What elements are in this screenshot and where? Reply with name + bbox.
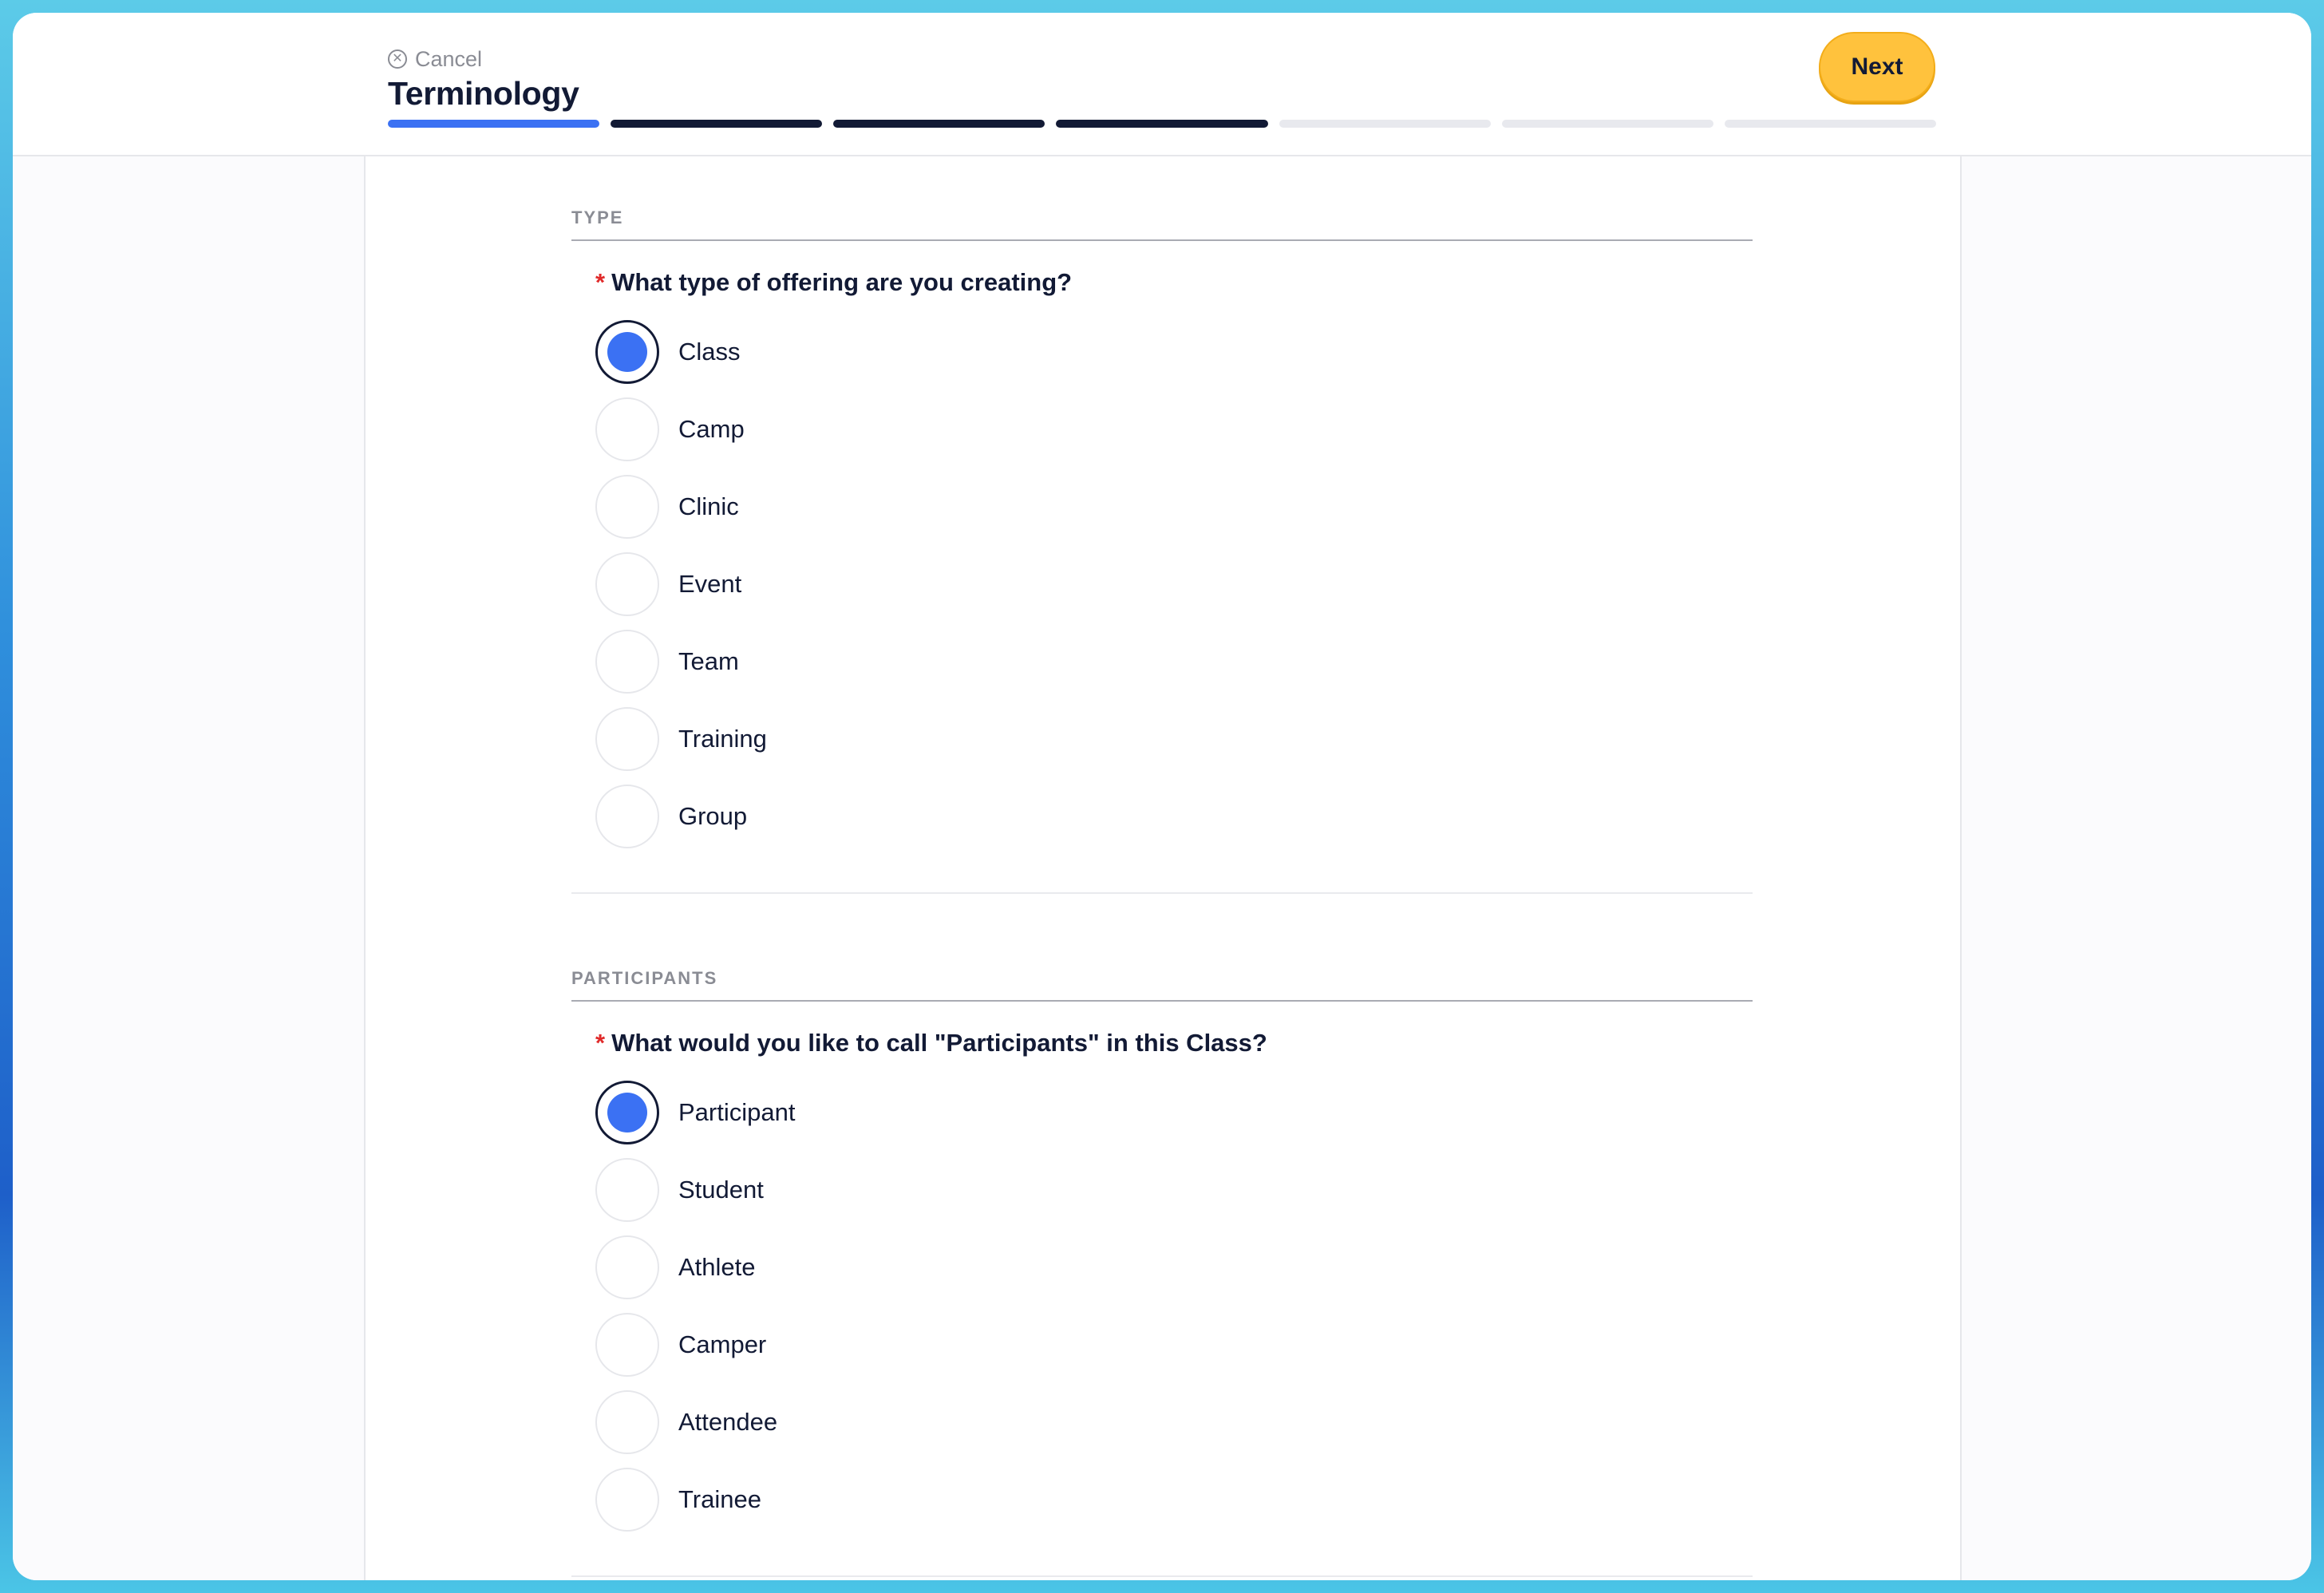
participants-option-trainee[interactable]: Trainee bbox=[595, 1461, 1753, 1538]
radio-button-selected[interactable] bbox=[595, 319, 659, 384]
section-divider bbox=[571, 1575, 1753, 1577]
type-option-camp[interactable]: Camp bbox=[595, 390, 1753, 468]
participants-question: * What would you like to call "Participan… bbox=[595, 1029, 1753, 1057]
progress-step-2 bbox=[611, 120, 823, 128]
option-label: Group bbox=[678, 801, 748, 830]
type-option-event[interactable]: Event bbox=[595, 545, 1753, 623]
option-label: Team bbox=[678, 646, 739, 675]
radio-button[interactable] bbox=[595, 1389, 659, 1454]
next-button[interactable]: Next bbox=[1819, 32, 1935, 102]
type-option-training[interactable]: Training bbox=[595, 700, 1753, 777]
progress-step-6 bbox=[1501, 120, 1713, 128]
participants-option-participant[interactable]: Participant bbox=[595, 1073, 1753, 1151]
section-divider bbox=[571, 892, 1753, 894]
progress-step-3 bbox=[833, 120, 1045, 128]
close-circle-icon: ✕ bbox=[388, 49, 407, 69]
app-window: ✕ Cancel Terminology Next TYPE * What typ… bbox=[13, 13, 2311, 1580]
participants-section: PARTICIPANTS * What would you like to cal… bbox=[571, 968, 1753, 1538]
participants-radio-group: Participant Student Athlete Camper Atten… bbox=[595, 1073, 1753, 1538]
option-label: Clinic bbox=[678, 492, 739, 520]
radio-button[interactable] bbox=[595, 1467, 659, 1532]
cancel-link[interactable]: ✕ Cancel bbox=[388, 45, 482, 73]
required-marker: * bbox=[595, 1029, 606, 1057]
option-label: Camper bbox=[678, 1330, 767, 1358]
option-label: Student bbox=[678, 1175, 764, 1204]
radio-button[interactable] bbox=[595, 629, 659, 694]
radio-button[interactable] bbox=[595, 1312, 659, 1377]
radio-button[interactable] bbox=[595, 1157, 659, 1222]
wizard-header: ✕ Cancel Terminology Next bbox=[13, 13, 2311, 156]
type-question: * What type of offering are you creating? bbox=[595, 268, 1753, 297]
type-radio-group: Class Camp Clinic Event Team Training Gr… bbox=[595, 313, 1753, 855]
participants-section-label: PARTICIPANTS bbox=[571, 968, 1753, 1002]
type-option-clinic[interactable]: Clinic bbox=[595, 468, 1753, 545]
right-gutter bbox=[1960, 156, 2311, 1580]
radio-button-selected[interactable] bbox=[595, 1080, 659, 1144]
participants-option-student[interactable]: Student bbox=[595, 1151, 1753, 1228]
type-option-team[interactable]: Team bbox=[595, 623, 1753, 700]
radio-button[interactable] bbox=[595, 551, 659, 616]
option-label: Camp bbox=[678, 414, 745, 443]
required-marker: * bbox=[595, 268, 606, 296]
progress-step-5 bbox=[1279, 120, 1491, 128]
option-label: Participant bbox=[678, 1097, 796, 1126]
option-label: Class bbox=[678, 337, 741, 366]
progress-step-1 bbox=[388, 120, 600, 128]
participants-question-text: What would you like to call "Participant… bbox=[611, 1029, 1267, 1057]
form-content[interactable]: TYPE * What type of offering are you crea… bbox=[366, 156, 1960, 1580]
radio-button[interactable] bbox=[595, 397, 659, 461]
progress-step-4 bbox=[1056, 120, 1268, 128]
option-label: Trainee bbox=[678, 1484, 761, 1513]
cancel-label: Cancel bbox=[415, 46, 483, 71]
radio-button[interactable] bbox=[595, 1235, 659, 1299]
option-label: Training bbox=[678, 724, 767, 753]
radio-button[interactable] bbox=[595, 474, 659, 539]
participants-option-camper[interactable]: Camper bbox=[595, 1306, 1753, 1383]
type-section: TYPE * What type of offering are you crea… bbox=[571, 208, 1753, 855]
step-progress-bar bbox=[388, 120, 1936, 128]
progress-step-7 bbox=[1724, 120, 1936, 128]
option-label: Attendee bbox=[678, 1407, 778, 1436]
option-label: Athlete bbox=[678, 1252, 756, 1281]
option-label: Event bbox=[678, 569, 742, 598]
participants-option-attendee[interactable]: Attendee bbox=[595, 1383, 1753, 1461]
type-option-class[interactable]: Class bbox=[595, 313, 1753, 390]
page-title: Terminology bbox=[388, 75, 579, 112]
radio-button[interactable] bbox=[595, 784, 659, 848]
type-section-label: TYPE bbox=[571, 208, 1753, 241]
participants-option-athlete[interactable]: Athlete bbox=[595, 1228, 1753, 1306]
radio-button[interactable] bbox=[595, 706, 659, 771]
left-gutter bbox=[13, 156, 366, 1580]
type-question-text: What type of offering are you creating? bbox=[611, 268, 1073, 296]
type-option-group[interactable]: Group bbox=[595, 777, 1753, 855]
